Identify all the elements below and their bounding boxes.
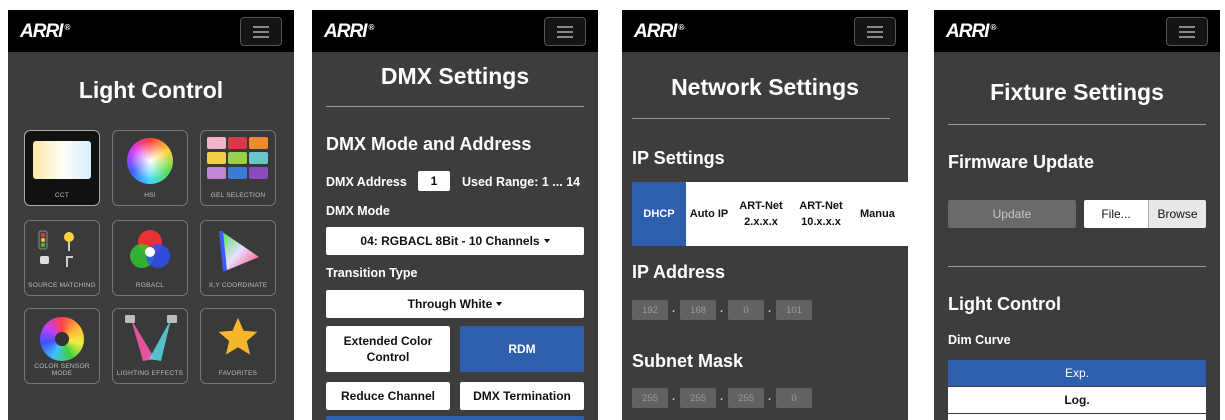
ip-settings-heading: IP Settings	[632, 148, 725, 168]
top-bar: ARRI ®	[934, 10, 1220, 52]
dim-curve-exp-option[interactable]: Exp.	[948, 360, 1206, 386]
mode-manual-button[interactable]: Manua	[852, 182, 908, 246]
browse-button[interactable]: Browse	[1149, 200, 1206, 228]
update-button[interactable]: Update	[948, 200, 1076, 228]
tile-label: CCT	[54, 192, 70, 199]
rdm-button[interactable]: RDM	[460, 326, 584, 372]
logo-text: ARRI	[946, 21, 989, 42]
light-control-screen: ARRI ® Light Control CCT HSI GEL SELECTIO…	[8, 10, 294, 420]
transition-type-value: Through White	[407, 296, 493, 311]
color-sensor-icon	[40, 317, 84, 361]
chevron-down-icon	[543, 239, 550, 243]
arri-logo: ARRI ®	[324, 21, 374, 42]
dmx-mode-dropdown[interactable]: 04: RGBACL 8Bit - 10 Channels	[326, 227, 584, 255]
cct-gradient-icon	[33, 141, 91, 179]
star-icon	[218, 317, 258, 355]
firmware-update-heading: Firmware Update	[948, 152, 1095, 172]
subnet-octet-4[interactable]: 0	[776, 388, 812, 408]
mode-artnet-10-button[interactable]: ART-Net 10.x.x.x	[790, 182, 853, 246]
ip-octet-3[interactable]: 0	[728, 300, 764, 320]
dmx-address-label: DMX Address	[326, 175, 407, 189]
divider	[632, 118, 890, 119]
page-title: Light Control	[78, 77, 224, 103]
subnet-octet-2[interactable]: 255	[680, 388, 716, 408]
color-wheel-icon	[127, 138, 173, 184]
xy-triangle-icon	[219, 230, 259, 272]
dmx-mode-value: 04: RGBACL 8Bit - 10 Channels	[360, 233, 540, 248]
top-bar: ARRI ®	[8, 10, 294, 52]
tile-label: FAVORITES	[218, 370, 258, 377]
fixture-settings-screen: ARRI ® Fixture Settings Firmware Update U…	[934, 10, 1220, 420]
tile-label: HSI	[144, 192, 156, 199]
logo-text: ARRI	[634, 21, 677, 42]
dmx-settings-screen: ARRI ® DMX Settings DMX Mode and Address …	[312, 10, 598, 420]
subnet-mask-heading: Subnet Mask	[632, 351, 744, 371]
subnet-octet-3[interactable]: 255	[728, 388, 764, 408]
dim-curve-log-option[interactable]: Log.	[948, 387, 1206, 413]
tile-cct[interactable]: CCT	[24, 130, 100, 206]
ip-octet-1[interactable]: 192	[632, 300, 668, 320]
dim-curve-label: Dim Curve	[948, 333, 1011, 347]
divider	[326, 106, 584, 107]
tile-label: LIGHTING EFFECTS	[116, 370, 184, 377]
hamburger-menu-icon[interactable]	[240, 17, 282, 46]
hamburger-menu-icon[interactable]	[854, 17, 896, 46]
dim-curve-next-option[interactable]	[948, 414, 1206, 420]
tile-xy-coordinate[interactable]: X,Y COORDINATE	[200, 220, 276, 296]
tile-lighting-effects[interactable]: LIGHTING EFFECTS	[112, 308, 188, 384]
dmx-address-input[interactable]: 1	[418, 171, 450, 191]
file-input[interactable]: File...	[1084, 200, 1149, 228]
lighting-effects-icon	[125, 315, 177, 361]
light-control-heading: Light Control	[948, 294, 1061, 314]
tile-label: COLOR SENSOR MODE	[34, 363, 90, 377]
arri-logo: ARRI ®	[946, 21, 996, 42]
mode-auto-ip-button[interactable]: Auto IP	[686, 182, 733, 246]
tile-label: X,Y COORDINATE	[208, 282, 268, 289]
dmx-termination-button[interactable]: DMX Termination	[460, 382, 584, 410]
page-title: DMX Settings	[380, 63, 530, 89]
page-title: Fixture Settings	[990, 79, 1164, 105]
transition-type-label: Transition Type	[326, 266, 418, 280]
tile-label: GEL SELECTION	[210, 192, 266, 199]
tile-color-sensor-mode[interactable]: COLOR SENSOR MODE	[24, 308, 100, 384]
tile-label: RGBACL	[135, 282, 165, 289]
divider	[948, 266, 1206, 267]
top-bar: ARRI ®	[622, 10, 908, 52]
top-bar: ARRI ®	[312, 10, 598, 52]
ip-address-heading: IP Address	[632, 262, 726, 282]
chevron-down-icon	[496, 302, 503, 306]
source-matching-icon	[38, 230, 74, 267]
rgb-circles-icon	[130, 230, 170, 268]
tile-hsi[interactable]: HSI	[112, 130, 188, 206]
tile-rgbacl[interactable]: RGBACL	[112, 220, 188, 296]
subnet-octet-1[interactable]: 255	[632, 388, 668, 408]
used-range-text: Used Range: 1 ... 14	[462, 175, 581, 189]
tile-label: SOURCE MATCHING	[28, 282, 96, 289]
section-heading: DMX Mode and Address	[326, 134, 532, 154]
ip-octet-2[interactable]: 168	[680, 300, 716, 320]
dmx-mode-label: DMX Mode	[326, 204, 390, 218]
divider	[948, 124, 1206, 125]
gel-swatches-icon	[207, 137, 268, 179]
mode-dhcp-button[interactable]: DHCP	[632, 182, 687, 246]
arri-logo: ARRI ®	[634, 21, 684, 42]
tile-favorites[interactable]: FAVORITES	[200, 308, 276, 384]
transition-type-dropdown[interactable]: Through White	[326, 290, 584, 318]
reduce-channel-button[interactable]: Reduce Channel	[326, 382, 450, 410]
ip-octet-4[interactable]: 101	[776, 300, 812, 320]
mode-artnet-2-button[interactable]: ART-Net 2.x.x.x	[732, 182, 791, 246]
page-title: Network Settings	[671, 74, 859, 100]
hamburger-menu-icon[interactable]	[1166, 17, 1208, 46]
arri-logo: ARRI ®	[20, 21, 70, 42]
logo-text: ARRI	[20, 21, 63, 42]
network-settings-screen: ARRI ® Network Settings IP Settings DHCP …	[622, 10, 908, 420]
tile-gel-selection[interactable]: GEL SELECTION	[200, 130, 276, 206]
hamburger-menu-icon[interactable]	[544, 17, 586, 46]
tile-source-matching[interactable]: SOURCE MATCHING	[24, 220, 100, 296]
extended-color-control-button[interactable]: Extended Color Control	[326, 326, 450, 372]
logo-text: ARRI	[324, 21, 367, 42]
partial-blue-button[interactable]	[326, 416, 584, 420]
